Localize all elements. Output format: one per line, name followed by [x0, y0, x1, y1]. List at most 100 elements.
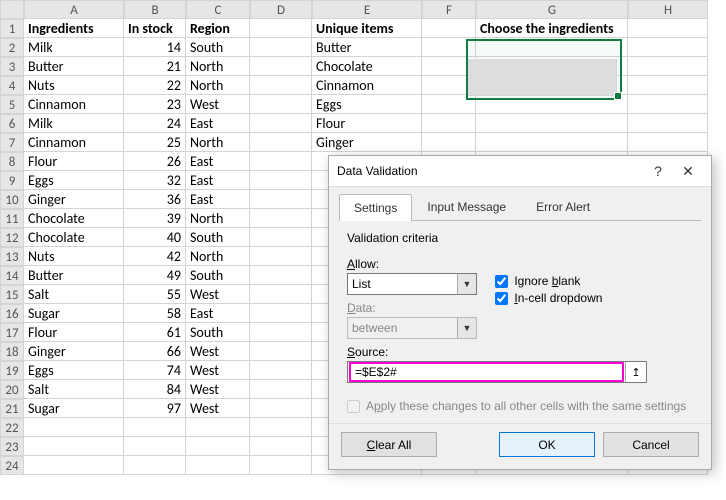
- cell-F6[interactable]: [422, 114, 476, 133]
- row-header-8[interactable]: 8: [0, 152, 24, 171]
- cell-C22[interactable]: [186, 418, 250, 437]
- row-header-7[interactable]: 7: [0, 133, 24, 152]
- row-header-23[interactable]: 23: [0, 437, 24, 456]
- col-header-A[interactable]: A: [24, 0, 124, 19]
- cell-C2[interactable]: South: [186, 38, 250, 57]
- cell-A7[interactable]: Cinnamon: [24, 133, 124, 152]
- cell-G2[interactable]: [476, 38, 628, 57]
- cell-D8[interactable]: [250, 152, 312, 171]
- cell-H7[interactable]: [628, 133, 708, 152]
- row-header-2[interactable]: 2: [0, 38, 24, 57]
- row-header-19[interactable]: 19: [0, 361, 24, 380]
- cell-A13[interactable]: Nuts: [24, 247, 124, 266]
- cell-D23[interactable]: [250, 437, 312, 456]
- select-all-corner[interactable]: [0, 0, 24, 19]
- close-button[interactable]: ✕: [673, 163, 703, 180]
- cell-C19[interactable]: West: [186, 361, 250, 380]
- cell-D20[interactable]: [250, 380, 312, 399]
- cell-B3[interactable]: 21: [124, 57, 186, 76]
- cell-D16[interactable]: [250, 304, 312, 323]
- row-header-10[interactable]: 10: [0, 190, 24, 209]
- cell-B24[interactable]: [124, 456, 186, 475]
- cell-C24[interactable]: [186, 456, 250, 475]
- cell-A4[interactable]: Nuts: [24, 76, 124, 95]
- cell-D13[interactable]: [250, 247, 312, 266]
- col-header-E[interactable]: E: [312, 0, 422, 19]
- row-header-4[interactable]: 4: [0, 76, 24, 95]
- cell-C5[interactable]: West: [186, 95, 250, 114]
- cell-B2[interactable]: 14: [124, 38, 186, 57]
- cell-G1[interactable]: Choose the ingredients: [476, 19, 628, 38]
- cell-F3[interactable]: [422, 57, 476, 76]
- cell-A11[interactable]: Chocolate: [24, 209, 124, 228]
- tab-settings[interactable]: Settings: [339, 194, 412, 221]
- cell-C8[interactable]: East: [186, 152, 250, 171]
- cell-D22[interactable]: [250, 418, 312, 437]
- cell-B9[interactable]: 32: [124, 171, 186, 190]
- cell-B18[interactable]: 66: [124, 342, 186, 361]
- col-header-H[interactable]: H: [628, 0, 708, 19]
- cell-A1[interactable]: Ingredients: [24, 19, 124, 38]
- cell-C7[interactable]: North: [186, 133, 250, 152]
- cell-B11[interactable]: 39: [124, 209, 186, 228]
- cell-E3[interactable]: Chocolate: [312, 57, 422, 76]
- cell-D2[interactable]: [250, 38, 312, 57]
- cell-D1[interactable]: [250, 19, 312, 38]
- tab-input-message[interactable]: Input Message: [412, 193, 521, 220]
- cell-A5[interactable]: Cinnamon: [24, 95, 124, 114]
- cell-B4[interactable]: 22: [124, 76, 186, 95]
- cell-H3[interactable]: [628, 57, 708, 76]
- cell-D3[interactable]: [250, 57, 312, 76]
- chevron-down-icon[interactable]: ▼: [457, 274, 476, 294]
- cell-A9[interactable]: Eggs: [24, 171, 124, 190]
- cell-A10[interactable]: Ginger: [24, 190, 124, 209]
- cell-D15[interactable]: [250, 285, 312, 304]
- cell-B8[interactable]: 26: [124, 152, 186, 171]
- cell-F1[interactable]: [422, 19, 476, 38]
- col-header-C[interactable]: C: [186, 0, 250, 19]
- cell-B7[interactable]: 25: [124, 133, 186, 152]
- cell-F2[interactable]: [422, 38, 476, 57]
- row-header-12[interactable]: 12: [0, 228, 24, 247]
- cell-D11[interactable]: [250, 209, 312, 228]
- cell-D6[interactable]: [250, 114, 312, 133]
- cell-H1[interactable]: [628, 19, 708, 38]
- col-header-D[interactable]: D: [250, 0, 312, 19]
- cell-A17[interactable]: Flour: [24, 323, 124, 342]
- help-button[interactable]: ?: [643, 163, 673, 179]
- cell-B14[interactable]: 49: [124, 266, 186, 285]
- cell-C18[interactable]: West: [186, 342, 250, 361]
- cell-B20[interactable]: 84: [124, 380, 186, 399]
- cell-F4[interactable]: [422, 76, 476, 95]
- cell-C1[interactable]: Region: [186, 19, 250, 38]
- cell-B1[interactable]: In stock: [124, 19, 186, 38]
- cell-D12[interactable]: [250, 228, 312, 247]
- cell-C9[interactable]: East: [186, 171, 250, 190]
- cell-D18[interactable]: [250, 342, 312, 361]
- cell-D5[interactable]: [250, 95, 312, 114]
- cell-B6[interactable]: 24: [124, 114, 186, 133]
- cell-F7[interactable]: [422, 133, 476, 152]
- cell-A18[interactable]: Ginger: [24, 342, 124, 361]
- cell-C23[interactable]: [186, 437, 250, 456]
- cell-B10[interactable]: 36: [124, 190, 186, 209]
- ignore-blank-checkbox[interactable]: [495, 275, 508, 288]
- cell-B12[interactable]: 40: [124, 228, 186, 247]
- fill-handle[interactable]: [614, 92, 622, 100]
- source-input[interactable]: [349, 362, 624, 382]
- cell-A3[interactable]: Butter: [24, 57, 124, 76]
- row-header-9[interactable]: 9: [0, 171, 24, 190]
- col-header-B[interactable]: B: [124, 0, 186, 19]
- cell-D10[interactable]: [250, 190, 312, 209]
- cell-C15[interactable]: West: [186, 285, 250, 304]
- cell-A12[interactable]: Chocolate: [24, 228, 124, 247]
- row-header-1[interactable]: 1: [0, 19, 24, 38]
- col-header-G[interactable]: G: [476, 0, 628, 19]
- incell-dropdown-check[interactable]: In-cell dropdown: [495, 291, 602, 305]
- cell-G3[interactable]: [476, 57, 628, 76]
- cell-C6[interactable]: East: [186, 114, 250, 133]
- cell-A24[interactable]: [24, 456, 124, 475]
- cell-B23[interactable]: [124, 437, 186, 456]
- cell-C14[interactable]: South: [186, 266, 250, 285]
- cell-A21[interactable]: Sugar: [24, 399, 124, 418]
